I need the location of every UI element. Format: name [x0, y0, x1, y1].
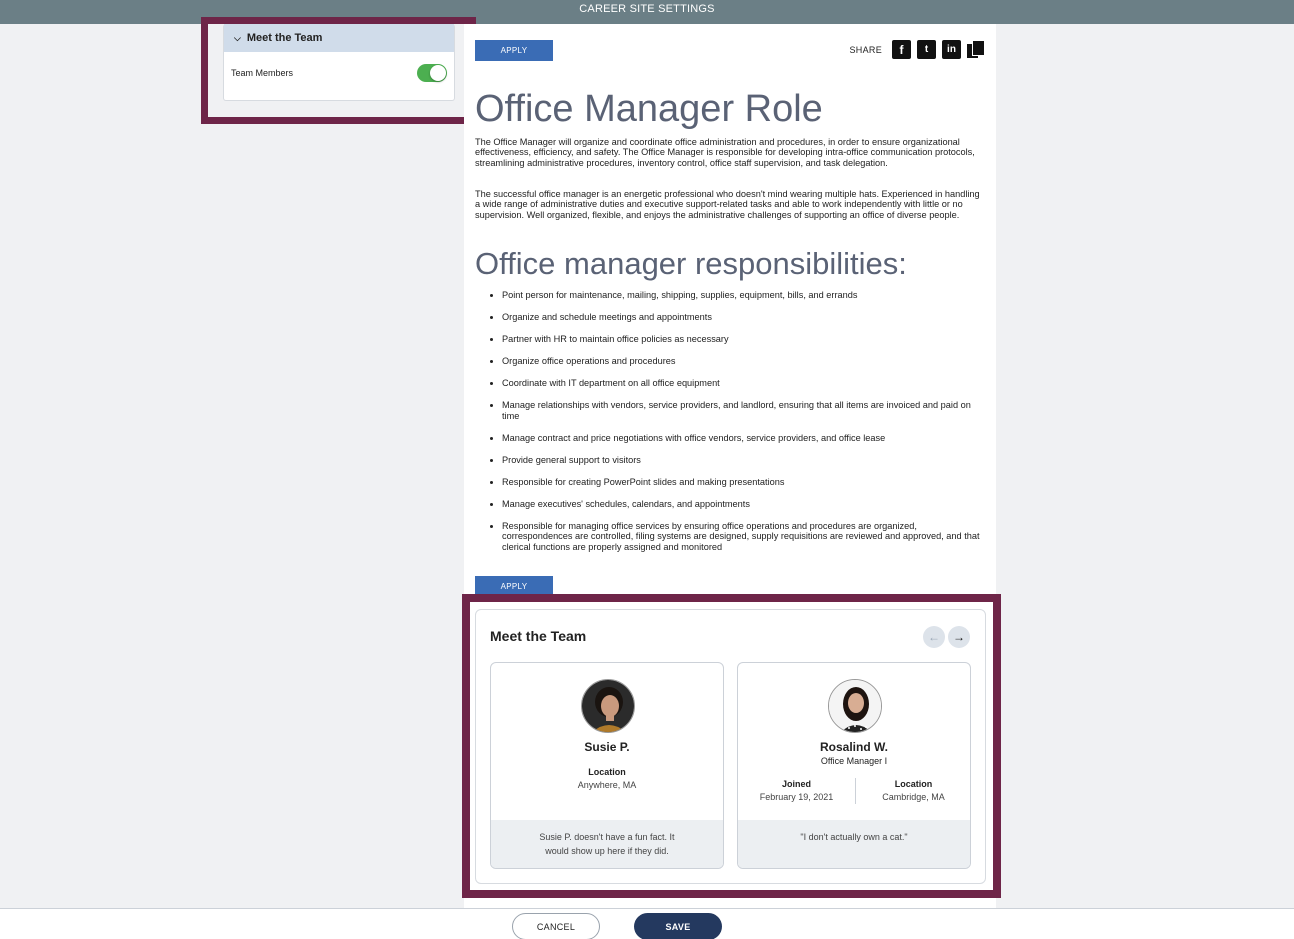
- list-item: Manage executives' schedules, calendars,…: [502, 499, 980, 510]
- intro-paragraph: The Office Manager will organize and coo…: [475, 137, 975, 168]
- share-bar: SHARE f t in: [849, 40, 985, 59]
- list-item: Organize and schedule meetings and appoi…: [502, 312, 980, 323]
- top-bar-title: CAREER SITE SETTINGS: [579, 3, 715, 15]
- apply-button-top[interactable]: APPLY: [475, 40, 553, 61]
- responsibilities-heading: Office manager responsibilities:: [475, 246, 907, 281]
- list-item: Responsible for managing office services…: [502, 521, 980, 553]
- cancel-button[interactable]: CANCEL: [512, 913, 600, 939]
- linkedin-icon[interactable]: in: [942, 40, 961, 59]
- copy-link-icon[interactable]: [967, 40, 985, 59]
- save-button[interactable]: SAVE: [634, 913, 722, 939]
- list-item: Responsible for creating PowerPoint slid…: [502, 477, 980, 488]
- highlight-frame-team: [462, 594, 1001, 898]
- twitter-icon[interactable]: t: [917, 40, 936, 59]
- list-item: Organize office operations and procedure…: [502, 356, 980, 367]
- list-item: Provide general support to visitors: [502, 455, 980, 466]
- footer-action-bar: CANCEL SAVE: [0, 908, 1294, 939]
- list-item: Manage relationships with vendors, servi…: [502, 400, 980, 421]
- intro-paragraph: The successful office manager is an ener…: [475, 189, 980, 220]
- facebook-icon[interactable]: f: [892, 40, 911, 59]
- highlight-frame-settings: [201, 17, 476, 124]
- list-item: Point person for maintenance, mailing, s…: [502, 290, 980, 301]
- job-title: Office Manager Role: [475, 88, 823, 130]
- list-item: Partner with HR to maintain office polic…: [502, 334, 980, 345]
- share-label: SHARE: [849, 44, 882, 55]
- list-item: Manage contract and price negotiations w…: [502, 433, 980, 444]
- list-item: Coordinate with IT department on all off…: [502, 378, 980, 389]
- responsibilities-list: Point person for maintenance, mailing, s…: [502, 290, 980, 564]
- settings-top-bar: CAREER SITE SETTINGS: [0, 0, 1294, 24]
